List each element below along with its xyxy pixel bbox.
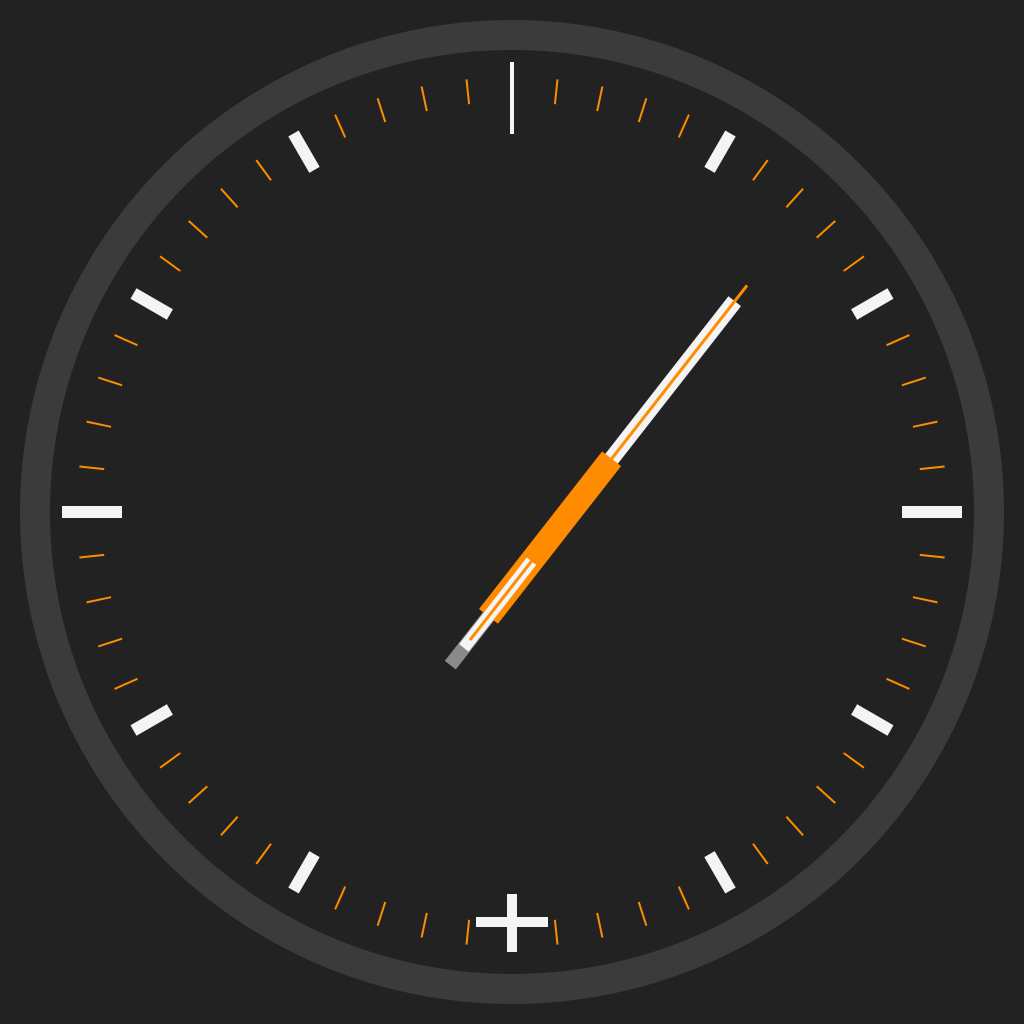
analog-watch-face	[20, 20, 1004, 1004]
watch-dial	[50, 50, 974, 974]
